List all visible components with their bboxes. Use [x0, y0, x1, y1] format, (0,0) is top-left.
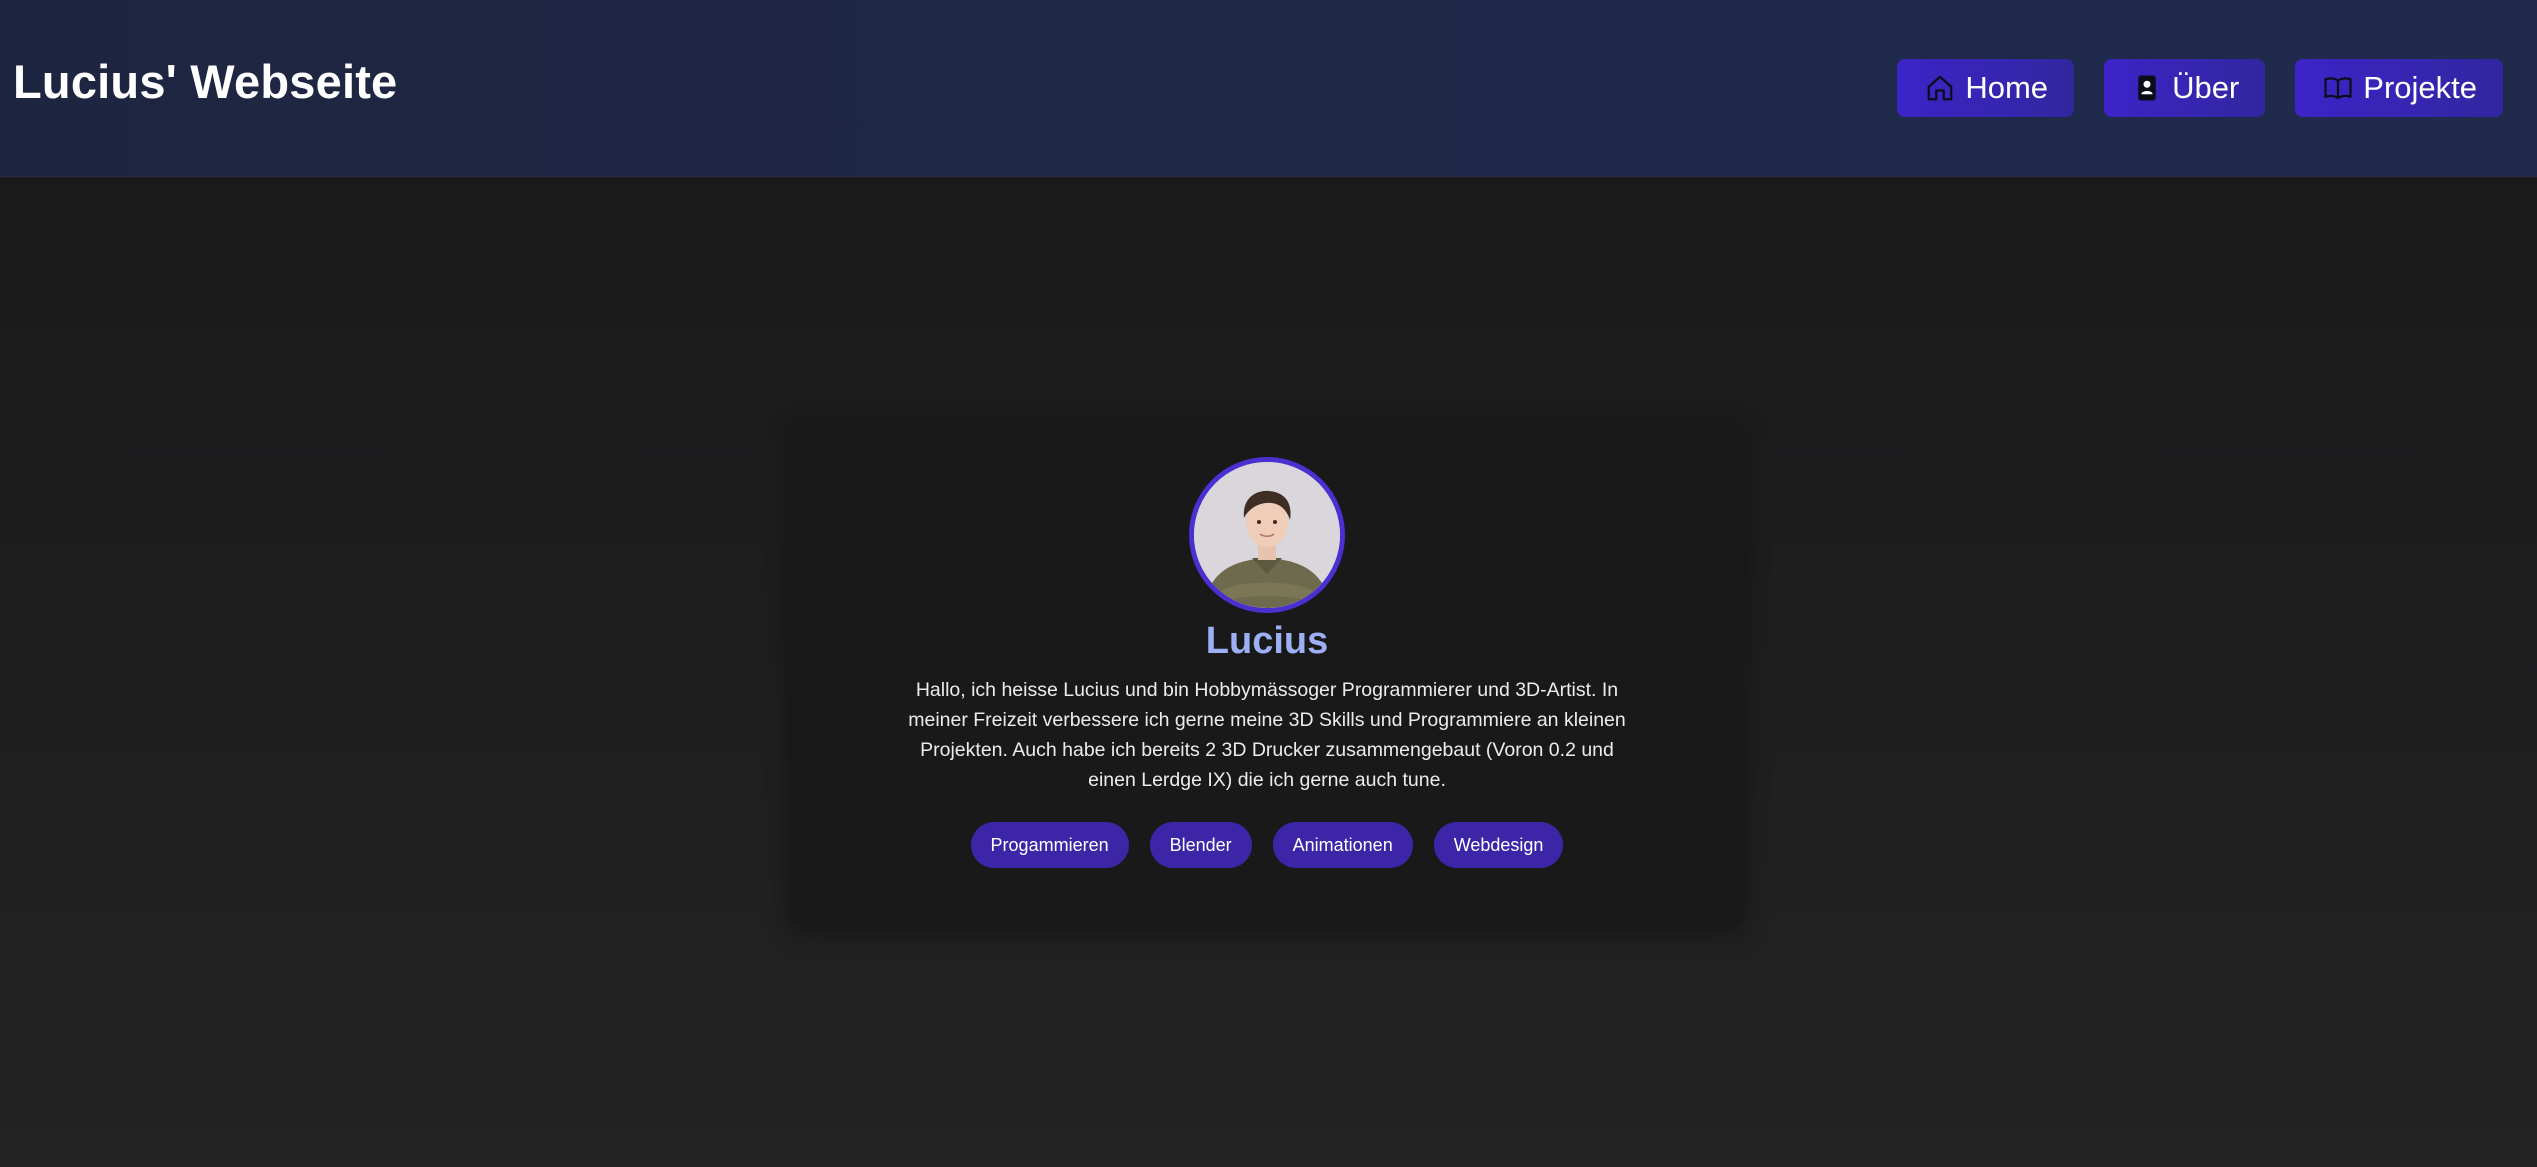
tag-programmieren[interactable]: Progammieren	[970, 822, 1129, 868]
nav-about-button[interactable]: Über	[2104, 59, 2266, 117]
profile-name: Lucius	[1205, 620, 1329, 662]
tag-blender[interactable]: Blender	[1149, 822, 1252, 868]
avatar	[1189, 457, 1345, 613]
home-icon	[1925, 73, 1955, 103]
nav-projects-label: Projekte	[2363, 70, 2477, 105]
tag-animationen[interactable]: Animationen	[1272, 822, 1413, 868]
nav-projects-button[interactable]: Projekte	[2295, 59, 2503, 117]
main-nav: Home Über Projekte	[1897, 59, 2503, 117]
book-icon	[2323, 73, 2353, 103]
site-title: Lucius' Webseite	[13, 55, 398, 108]
profile-bio: Hallo, ich heisse Lucius und bin Hobbymä…	[908, 679, 1626, 791]
nav-about-label: Über	[2172, 70, 2240, 105]
profile-card: Lucius Hallo, ich heisse Lucius und bin …	[789, 420, 1745, 927]
site-header: Lucius' Webseite Home Über Projekte	[0, 0, 2537, 177]
nav-home-label: Home	[1965, 70, 2049, 105]
contact-card-icon	[2132, 73, 2162, 103]
nav-home-button[interactable]: Home	[1897, 59, 2075, 117]
tag-webdesign[interactable]: Webdesign	[1433, 822, 1564, 868]
skill-tags: Progammieren Blender Animationen Webdesi…	[789, 822, 1745, 868]
